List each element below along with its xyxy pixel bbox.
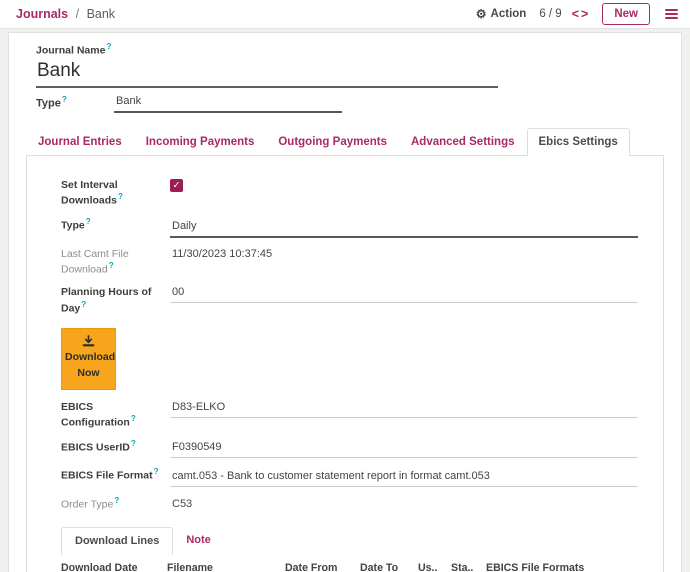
ebics-configuration-input[interactable]: D83-ELKO (170, 401, 638, 418)
column-header-filename[interactable]: Filename (167, 555, 285, 572)
column-header-actions (629, 555, 681, 572)
planning-hours-row: Planning Hours of Day? 00 (61, 285, 638, 315)
ebics-userid-row: EBICS UserID? F0390549 (61, 439, 638, 459)
tab-download-lines[interactable]: Download Lines (61, 527, 173, 555)
last-camt-file-download-value: 11/30/2023 10:37:45 (170, 248, 638, 262)
help-icon[interactable]: ? (118, 192, 123, 201)
action-label: Action (491, 8, 527, 20)
gear-icon: ⚙ (476, 8, 487, 20)
column-header-date-from[interactable]: Date From (285, 555, 360, 572)
column-header-state[interactable]: Sta.. (451, 555, 486, 572)
form-sheet: Journal Name? Bank Type? Bank Journal En… (8, 32, 682, 572)
last-camt-file-download-label: Last Camt File Download? (61, 247, 170, 277)
tab-incoming-payments[interactable]: Incoming Payments (134, 128, 267, 156)
download-lines-table: Download Date Filename Date From Date To… (61, 555, 681, 572)
help-icon[interactable]: ? (131, 414, 136, 423)
table-header-row: Download Date Filename Date From Date To… (61, 555, 681, 572)
set-interval-downloads-checkbox[interactable]: ✓ (170, 179, 183, 192)
ebics-file-format-row: EBICS File Format? camt.053 - Bank to cu… (61, 467, 638, 487)
ebics-configuration-label: EBICS Configuration? (61, 400, 170, 430)
tab-outgoing-payments[interactable]: Outgoing Payments (266, 128, 399, 156)
help-icon[interactable]: ? (114, 496, 119, 505)
column-header-download-date[interactable]: Download Date (61, 555, 167, 572)
tab-ebics-settings[interactable]: Ebics Settings (527, 128, 630, 156)
menu-icon[interactable] (663, 7, 680, 21)
breadcrumb: Journals / Bank (16, 7, 115, 21)
ebics-file-format-label: EBICS File Format? (61, 467, 170, 483)
ebics-file-format-select[interactable]: camt.053 - Bank to customer statement re… (170, 470, 638, 487)
ebics-userid-input[interactable]: F0390549 (170, 441, 638, 458)
column-header-ebics-file-formats[interactable]: EBICS File Formats (486, 555, 629, 572)
interval-type-select[interactable]: Daily (170, 220, 638, 238)
action-menu-button[interactable]: ⚙ Action (476, 8, 527, 20)
set-interval-downloads-label: Set Interval Downloads? (61, 178, 170, 208)
order-type-label: Order Type? (61, 496, 170, 512)
pager-value: 6 / 9 (539, 8, 561, 20)
last-camt-file-download-row: Last Camt File Download? 11/30/2023 10:3… (61, 247, 638, 277)
journal-type-label: Type? (36, 95, 92, 114)
tab-advanced-settings[interactable]: Advanced Settings (399, 128, 527, 156)
pager-next-icon[interactable]: > (580, 7, 589, 21)
help-icon[interactable]: ? (109, 261, 114, 270)
journal-type-input[interactable]: Bank (114, 95, 342, 113)
top-control-bar: Journals / Bank ⚙ Action 6 / 9 <> New (0, 0, 690, 29)
help-icon[interactable]: ? (106, 42, 111, 51)
tab-journal-entries[interactable]: Journal Entries (26, 128, 134, 156)
ebics-userid-label: EBICS UserID? (61, 439, 170, 455)
tab-note[interactable]: Note (173, 527, 223, 555)
ebics-configuration-row: EBICS Configuration? D83-ELKO (61, 400, 638, 430)
help-icon[interactable]: ? (81, 300, 86, 309)
column-header-user[interactable]: Us.. (418, 555, 451, 572)
order-type-value: C53 (170, 498, 638, 512)
help-icon[interactable]: ? (86, 217, 91, 226)
planning-hours-input[interactable]: 00 (170, 286, 638, 303)
help-icon[interactable]: ? (154, 467, 159, 476)
notebook-tabs: Journal Entries Incoming Payments Outgoi… (26, 128, 664, 156)
ebics-settings-pane: Set Interval Downloads? ✓ Type? Daily La… (26, 155, 664, 572)
download-now-button[interactable]: Download Now (61, 328, 116, 390)
interval-type-label: Type? (61, 217, 170, 233)
order-type-row: Order Type? C53 (61, 496, 638, 513)
column-header-date-to[interactable]: Date To (360, 555, 418, 572)
journal-name-input[interactable]: Bank (36, 57, 498, 88)
journal-type-row: Type? Bank (36, 95, 664, 114)
download-now-label: Download Now (65, 351, 115, 379)
new-button[interactable]: New (602, 3, 650, 25)
interval-type-row: Type? Daily (61, 217, 638, 238)
pager-chevrons: <> (571, 7, 590, 21)
journal-name-label: Journal Name? (36, 42, 664, 57)
journal-header-form: Journal Name? Bank Type? Bank (26, 42, 664, 113)
inner-tabs: Download Lines Note (61, 527, 638, 555)
help-icon[interactable]: ? (131, 439, 136, 448)
breadcrumb-current: Bank (87, 7, 116, 21)
breadcrumb-journals[interactable]: Journals (16, 7, 68, 21)
breadcrumb-separator: / (76, 7, 79, 21)
record-pager: 6 / 9 <> (539, 7, 589, 21)
help-icon[interactable]: ? (62, 95, 67, 104)
download-icon (82, 335, 95, 347)
set-interval-downloads-row: Set Interval Downloads? ✓ (61, 175, 638, 208)
planning-hours-label: Planning Hours of Day? (61, 285, 170, 315)
pager-previous-icon[interactable]: < (571, 7, 580, 21)
topbar-right: ⚙ Action 6 / 9 <> New (476, 3, 680, 25)
check-icon: ✓ (173, 180, 181, 191)
